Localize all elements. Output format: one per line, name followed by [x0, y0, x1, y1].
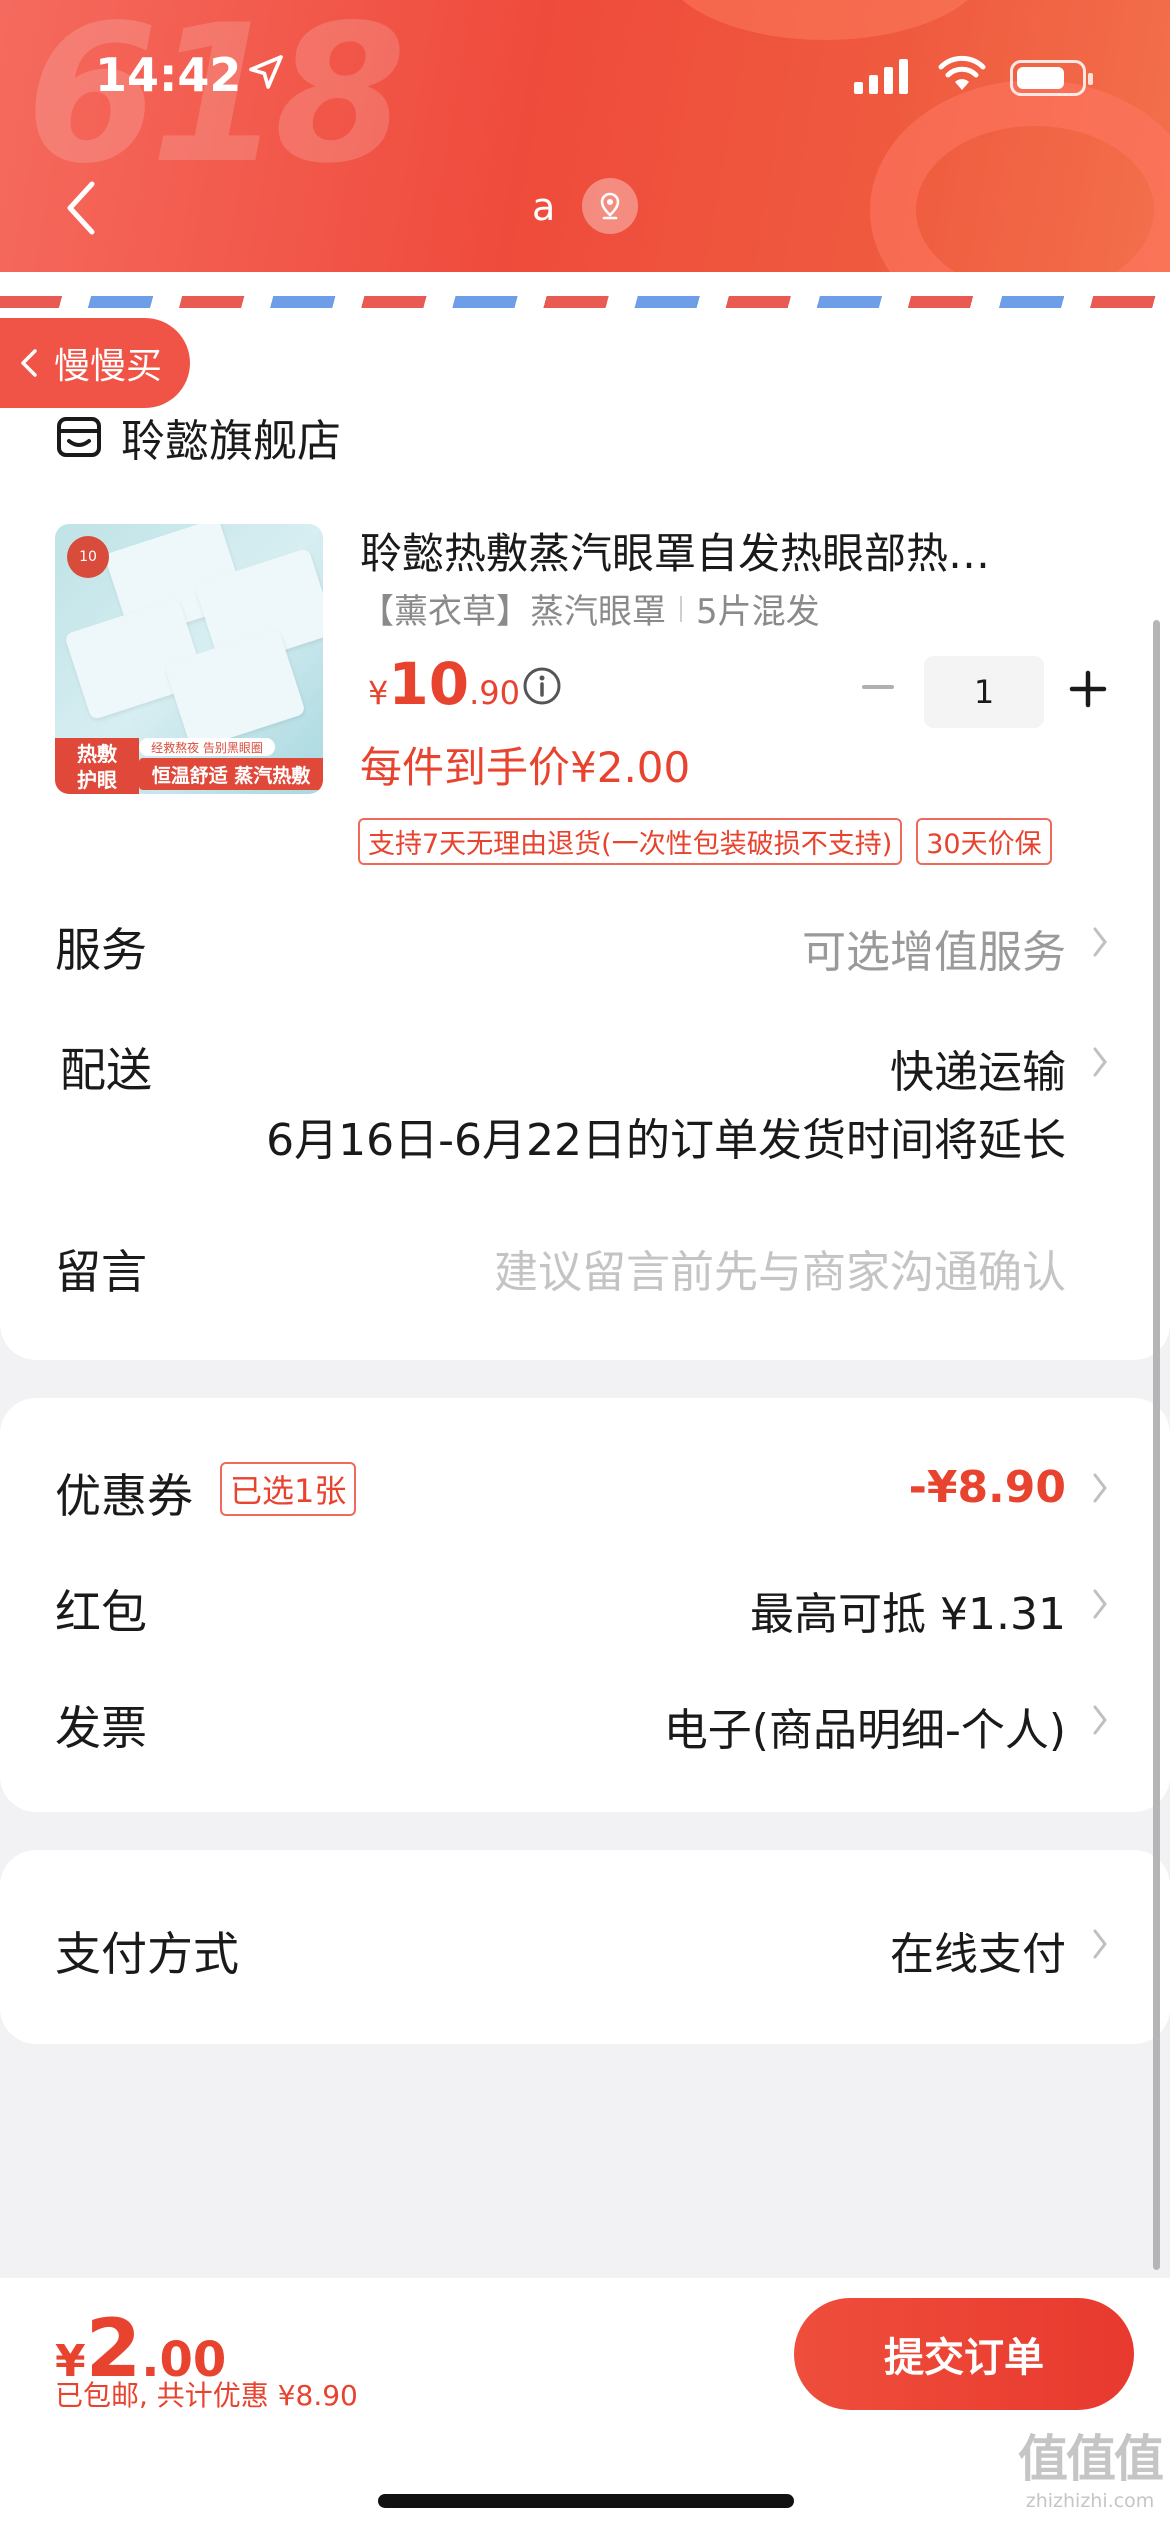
product-spec-variant: 【薰衣草】蒸汽眼罩 — [360, 592, 666, 632]
price-currency: ¥ — [368, 674, 389, 712]
store-icon — [57, 417, 101, 457]
total-discount-note: 已包邮, 共计优惠 ¥8.90 — [55, 2379, 358, 2412]
status-time: 14:42 — [95, 48, 242, 102]
invoice-label: 发票 — [55, 1701, 147, 1755]
product-spec-pack: 5片混发 — [696, 592, 820, 632]
payment-label: 支付方式 — [55, 1927, 239, 1981]
product-image-count-badge: 10 — [67, 536, 109, 578]
payment-value: 在线支付 — [890, 1929, 1066, 1980]
shop-name: 聆懿旗舰店 — [121, 416, 341, 467]
service-label: 服务 — [55, 923, 147, 977]
delivery-value: 快递运输 — [890, 1047, 1066, 1098]
product-price: ¥10.90 — [368, 650, 520, 718]
site-watermark: 值值值 zhizhizhi.com — [1010, 2430, 1170, 2526]
product-image-tag-a: 热敷 护眼 — [55, 738, 139, 794]
scrollbar[interactable] — [1153, 620, 1160, 2270]
product-title[interactable]: 聆懿热敷蒸汽眼罩自发热眼部热… — [360, 520, 1100, 581]
info-icon[interactable] — [522, 666, 562, 706]
coupon-selected-badge: 已选1张 — [220, 1462, 357, 1516]
spec-divider — [680, 595, 682, 622]
watermark-domain: zhizhizhi.com — [1025, 2490, 1155, 2512]
redpacket-value: 最高可抵 ¥1.31 — [750, 1589, 1066, 1640]
product-spec[interactable]: 【薰衣草】蒸汽眼罩 5片混发 — [360, 584, 820, 633]
service-tag-return: 支持7天无理由退货(一次性包装破损不支持) — [358, 818, 903, 865]
quantity-increase-button[interactable] — [1066, 664, 1110, 714]
slow-buy-label: 慢慢买 — [54, 346, 163, 387]
chevron-right-icon — [1093, 1929, 1107, 1959]
service-tags: 支持7天无理由退货(一次性包装破损不支持) 30天价保 — [358, 818, 1052, 865]
product-image[interactable]: 10 经救熬夜 告别黑眼圈 热敷 护眼 恒温舒适 蒸汽热敷 — [55, 524, 323, 794]
price-integer: 10 — [388, 650, 470, 718]
service-tag-price-protect: 30天价保 — [916, 818, 1052, 865]
submit-order-button[interactable]: 提交订单 — [794, 2298, 1134, 2410]
invoice-value: 电子(商品明细-个人) — [663, 1705, 1066, 1756]
unit-final-price: 每件到手价¥2.00 — [360, 743, 691, 792]
message-label: 留言 — [55, 1245, 147, 1299]
location-arrow-icon — [249, 55, 283, 89]
home-indicator[interactable] — [378, 2494, 794, 2508]
back-chevron-icon[interactable] — [62, 178, 102, 238]
header-decoration-sun — [660, 0, 990, 40]
header-swirl-decoration — [870, 80, 1170, 272]
quantity-decrease-button[interactable] — [858, 662, 898, 712]
coupon-label: 优惠券 — [55, 1469, 193, 1523]
slow-buy-tag[interactable]: 慢慢买 — [0, 318, 190, 408]
watermark-logo-text: 值值值 — [1018, 2430, 1164, 2488]
service-value: 可选增值服务 — [802, 927, 1066, 978]
chevron-right-icon — [1093, 1589, 1107, 1619]
cellular-signal-icon — [854, 54, 908, 94]
delivery-label: 配送 — [60, 1043, 152, 1097]
chevron-left-icon — [21, 349, 37, 377]
nav-title: a — [532, 185, 556, 229]
chevron-right-icon — [1093, 927, 1107, 957]
chevron-right-icon — [1093, 1705, 1107, 1735]
nav-location-badge-icon[interactable] — [582, 178, 638, 234]
coupon-value: -¥8.90 — [908, 1462, 1066, 1513]
chevron-right-icon — [1093, 1473, 1107, 1503]
redpacket-label: 红包 — [55, 1585, 147, 1639]
product-image-subtag: 经救熬夜 告别黑眼圈 — [139, 738, 275, 756]
wifi-icon — [938, 55, 986, 90]
message-input[interactable]: 建议留言前先与商家沟通确认 — [494, 1236, 1066, 1300]
price-decimal: .90 — [469, 674, 520, 712]
battery-icon — [1010, 60, 1093, 96]
delivery-delay-note: 6月16日-6月22日的订单发货时间将延长 — [266, 1115, 1066, 1166]
shop-header[interactable]: 聆懿旗舰店 — [55, 405, 341, 469]
chevron-right-icon — [1093, 1047, 1107, 1077]
product-image-tag-b: 恒温舒适 蒸汽热敷 — [139, 758, 323, 790]
header-banner: 618 14:42 a — [0, 0, 1170, 272]
quantity-input[interactable]: 1 — [924, 656, 1044, 728]
